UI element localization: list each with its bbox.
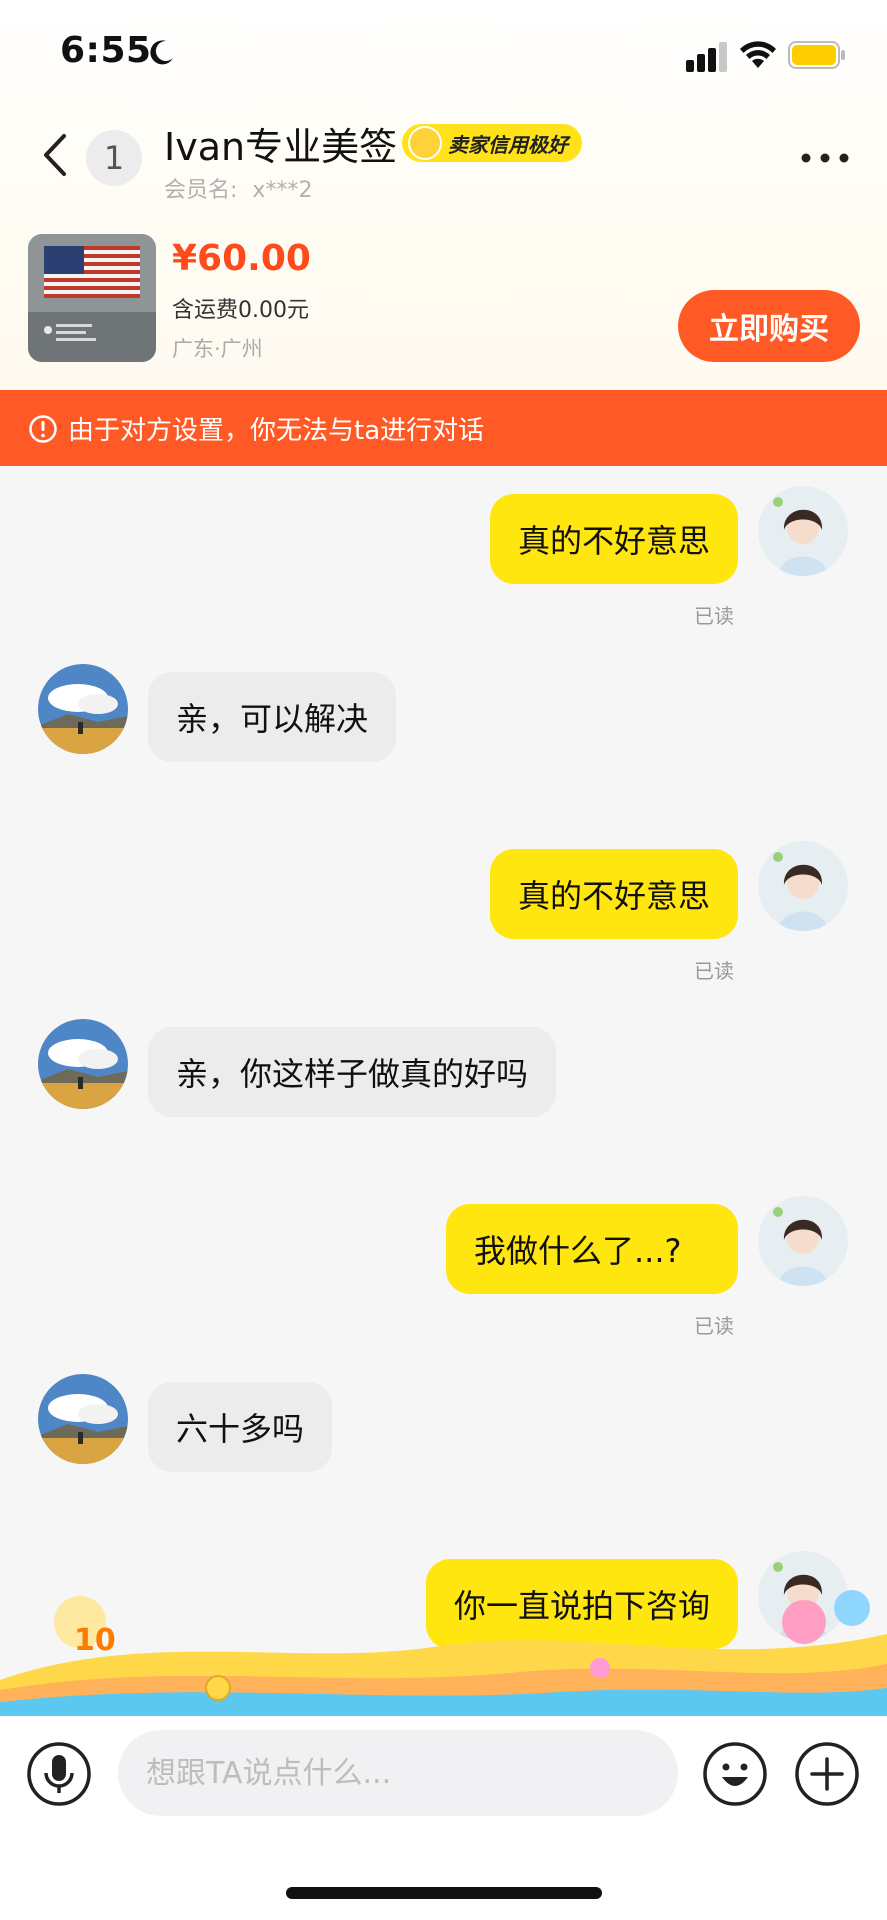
product-location: 广东·广州 xyxy=(172,337,263,361)
buy-now-button[interactable]: 立即购买 xyxy=(678,290,860,362)
battery-icon xyxy=(788,41,845,69)
mic-icon[interactable] xyxy=(26,1741,92,1807)
contact-avatar[interactable] xyxy=(38,663,128,754)
my-avatar[interactable] xyxy=(758,486,848,576)
wifi-icon xyxy=(740,41,776,68)
status-bar: 6:55 xyxy=(0,0,887,100)
my-avatar[interactable] xyxy=(758,841,848,931)
shop-name[interactable]: Ivan专业美签 xyxy=(164,116,397,171)
contact-avatar[interactable] xyxy=(38,1373,128,1464)
member-value: x***2 xyxy=(252,178,313,203)
read-status: 已读 xyxy=(694,1314,734,1338)
plus-icon[interactable] xyxy=(794,1741,860,1807)
product-thumbnail[interactable] xyxy=(28,234,156,362)
contact-avatar[interactable] xyxy=(38,1018,128,1109)
sent-message-bubble[interactable]: 我做什么了...? xyxy=(446,1204,738,1294)
home-indicator xyxy=(286,1887,602,1899)
warning-icon xyxy=(29,415,57,443)
received-message-bubble[interactable]: 六十多吗 xyxy=(148,1381,332,1472)
emoji-icon[interactable] xyxy=(702,1741,768,1807)
sent-message-bubble[interactable]: 真的不好意思 xyxy=(490,494,738,584)
back-icon[interactable] xyxy=(36,130,76,180)
credit-badge[interactable]: 卖家信用极好 xyxy=(402,124,582,162)
sent-message-bubble[interactable]: 真的不好意思 xyxy=(490,849,738,939)
signal-icon xyxy=(686,42,727,72)
my-avatar[interactable] xyxy=(758,1196,848,1286)
read-status: 已读 xyxy=(694,959,734,983)
received-message-bubble[interactable]: 亲，可以解决 xyxy=(148,671,396,762)
credit-face-icon xyxy=(408,126,442,160)
warning-text: 由于对方设置，你无法与ta进行对话 xyxy=(68,416,485,446)
received-message-bubble[interactable]: 亲，你这样子做真的好吗 xyxy=(148,1026,556,1117)
credit-badge-label: 卖家信用极好 xyxy=(448,132,568,157)
status-time: 6:55 xyxy=(60,30,152,71)
moon-icon xyxy=(150,40,173,65)
festive-decoration: 10 xyxy=(0,1590,887,1716)
read-status: 已读 xyxy=(694,604,734,628)
member-name: 会员名: x***2 xyxy=(164,172,312,204)
warning-banner: 由于对方设置，你无法与ta进行对话 xyxy=(0,390,887,466)
message-input[interactable] xyxy=(118,1730,678,1816)
shipping-fee: 含运费0.00元 xyxy=(172,298,309,323)
more-icon[interactable] xyxy=(800,148,850,168)
product-price: ¥60.00 xyxy=(172,238,311,279)
unread-badge[interactable]: 1 xyxy=(86,130,142,186)
festive-badge-number: 10 xyxy=(74,1623,116,1658)
member-label: 会员名: xyxy=(164,178,238,203)
